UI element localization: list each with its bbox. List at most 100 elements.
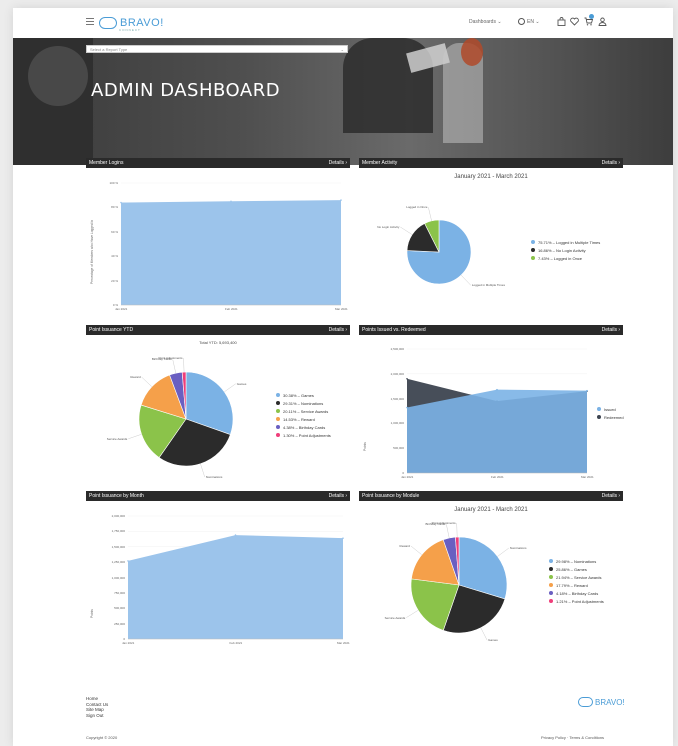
legend-label: 30.38% – Games bbox=[283, 392, 314, 398]
series-area-0 bbox=[121, 200, 341, 305]
legend-item[interactable]: 75.71% – Logged in Multiple Times bbox=[531, 238, 600, 246]
legend-swatch bbox=[597, 407, 601, 411]
legend-item[interactable]: 17.79% – Reward bbox=[549, 581, 604, 589]
language-dropdown[interactable]: EN ⌄ bbox=[518, 18, 540, 25]
legend-item[interactable]: 1.30% – Point Adjustments bbox=[276, 431, 331, 439]
y-tick-label: 2,000,000 bbox=[111, 514, 125, 518]
pie-leader-line bbox=[128, 434, 142, 439]
pie-slice-label: Logged in Multiple Times bbox=[471, 283, 505, 288]
details-link[interactable]: Details › bbox=[329, 325, 347, 335]
pie-leader-line bbox=[183, 358, 185, 373]
bag-icon[interactable] bbox=[557, 17, 566, 26]
details-link[interactable]: Details › bbox=[329, 158, 347, 168]
legend-item[interactable]: 30.38% – Games bbox=[276, 391, 331, 399]
legend-item[interactable]: 25.86% – Games bbox=[549, 565, 604, 573]
x-tick-label: Feb 2021 bbox=[229, 641, 243, 645]
member-activity-header: Member Activity Details › bbox=[359, 158, 623, 168]
legend-item[interactable]: 21.94% – Service Awards bbox=[549, 573, 604, 581]
y-tick-label: 2,000,000 bbox=[390, 371, 404, 376]
legend-label: 4.38% – Birthday Cards bbox=[283, 424, 326, 430]
menu-icon[interactable] bbox=[86, 18, 94, 25]
data-point bbox=[340, 199, 342, 201]
brand-logo[interactable]: BRAVO! CONNECT bbox=[99, 14, 164, 32]
y-tick-label: 1,500,000 bbox=[111, 544, 125, 549]
points-issued-vs-redeemed-panel: Points Issued vs. Redeemed Details › 0 50… bbox=[359, 325, 624, 485]
legend-item[interactable]: 4.18% – Birthday Cards bbox=[549, 589, 604, 597]
details-link[interactable]: Details › bbox=[329, 491, 347, 501]
legend-item[interactable]: 20.11% – Service Awards bbox=[276, 407, 331, 415]
footer-logo[interactable]: BRAVO! bbox=[578, 697, 625, 707]
legend-label: 7.43% – Logged in Once bbox=[538, 255, 583, 261]
pie-slice-label: Service Awards bbox=[106, 436, 128, 441]
point-issuance-by-module-panel: Point Issuance by Module Details › Janua… bbox=[359, 491, 623, 651]
details-link[interactable]: Details › bbox=[602, 325, 620, 335]
details-link[interactable]: Details › bbox=[602, 158, 620, 168]
logo-subtext: CONNECT bbox=[119, 28, 141, 32]
x-tick-label: Feb 2021 bbox=[491, 475, 504, 479]
data-point bbox=[230, 200, 232, 203]
area-chart-svg bbox=[127, 515, 344, 640]
area-chart-svg bbox=[406, 348, 588, 474]
details-link[interactable]: Details › bbox=[602, 491, 620, 501]
pie-slice-label: Reward bbox=[130, 375, 141, 380]
data-point bbox=[234, 534, 237, 536]
y-tick-label: 1,000,000 bbox=[390, 421, 404, 426]
pie-leader-line bbox=[410, 545, 422, 555]
legend-item[interactable]: Redeemed bbox=[597, 413, 624, 421]
user-icon[interactable] bbox=[598, 17, 607, 26]
y-axis-label: Points bbox=[90, 608, 94, 618]
legend-label: 14.53% – Reward bbox=[283, 416, 315, 422]
legend-item[interactable]: 29.31% – Nominations bbox=[276, 399, 331, 407]
globe-icon bbox=[518, 18, 525, 25]
legend-swatch bbox=[531, 256, 535, 260]
legend-item[interactable]: 29.98% – Nominations bbox=[549, 557, 604, 565]
legend-label: 20.11% – Service Awards bbox=[283, 408, 329, 414]
legend-item[interactable]: 4.38% – Birthday Cards bbox=[276, 423, 331, 431]
point-issuance-by-month-panel: Point Issuance by Month Details › 0 250,0… bbox=[86, 491, 350, 651]
legend-item[interactable]: 14.53% – Reward bbox=[276, 415, 331, 423]
y-tick-label: 40 % bbox=[111, 254, 118, 259]
legend-swatch bbox=[549, 591, 553, 595]
chart-legend: 75.71% – Logged in Multiple Times 16.86% … bbox=[531, 238, 600, 262]
legal-links[interactable]: Privacy Policy · Terms & Conditions bbox=[541, 735, 604, 740]
x-tick-label: Jan 2021 bbox=[122, 641, 135, 645]
dashboards-dropdown[interactable]: Dashboards ⌄ bbox=[469, 19, 502, 25]
copyright-text: Copyright © 2020 bbox=[86, 735, 118, 740]
data-point bbox=[586, 389, 588, 392]
legend-item[interactable]: 7.43% – Logged in Once bbox=[531, 254, 600, 262]
y-axis-label: Points bbox=[363, 442, 367, 451]
point-issuance-ytd-chart: Total YTD: 5,693,400 Games Nominations Serv… bbox=[86, 335, 350, 485]
chevron-down-icon: ⌄ bbox=[340, 47, 344, 52]
pie-leader-line bbox=[406, 610, 419, 618]
cart-button[interactable] bbox=[584, 14, 594, 27]
member-logins-panel: Member Logins Details › 0 % 20 % 40 % 60 % 8… bbox=[86, 158, 350, 318]
panel-title: Points Issued vs. Redeemed bbox=[362, 327, 426, 333]
series-area-0 bbox=[128, 535, 343, 639]
legend-label: 75.71% – Logged in Multiple Times bbox=[538, 239, 601, 245]
legend-swatch bbox=[276, 433, 280, 437]
data-point bbox=[120, 201, 122, 204]
legend-item[interactable]: Issued bbox=[597, 405, 624, 413]
data-point bbox=[496, 388, 498, 391]
y-tick-label: 100 % bbox=[109, 181, 118, 185]
report-type-select[interactable]: Select a Report Type ⌄ bbox=[86, 45, 348, 53]
legend-item[interactable]: 16.86% – No Login Activity bbox=[531, 246, 600, 254]
heart-icon[interactable] bbox=[570, 17, 579, 26]
y-tick-label: 60 % bbox=[111, 229, 118, 234]
panel-title: Point Issuance by Month bbox=[89, 493, 144, 499]
pie-leader-line bbox=[141, 376, 152, 387]
legend-swatch bbox=[597, 415, 601, 419]
pie-slice-label: Games bbox=[236, 381, 247, 386]
pie-leader-line bbox=[428, 207, 432, 221]
data-point bbox=[406, 377, 408, 380]
member-activity-panel: Member Activity Details › January 2021 -… bbox=[359, 158, 623, 318]
legend-label: 29.31% – Nominations bbox=[283, 400, 324, 406]
footer-link-signout[interactable]: Sign Out bbox=[86, 713, 108, 719]
top-navigation-bar: BRAVO! CONNECT Dashboards ⌄ EN ⌄ bbox=[13, 8, 673, 38]
x-tick-label: Mar 2021 bbox=[337, 641, 350, 645]
data-point bbox=[406, 406, 408, 409]
pie-slice-label: Games bbox=[488, 638, 498, 643]
legend-item[interactable]: 1.21% – Point Adjustments bbox=[549, 597, 604, 605]
pie-slice-label: Point Adjustments bbox=[431, 521, 456, 526]
y-tick-label: 250,000 bbox=[114, 621, 125, 626]
